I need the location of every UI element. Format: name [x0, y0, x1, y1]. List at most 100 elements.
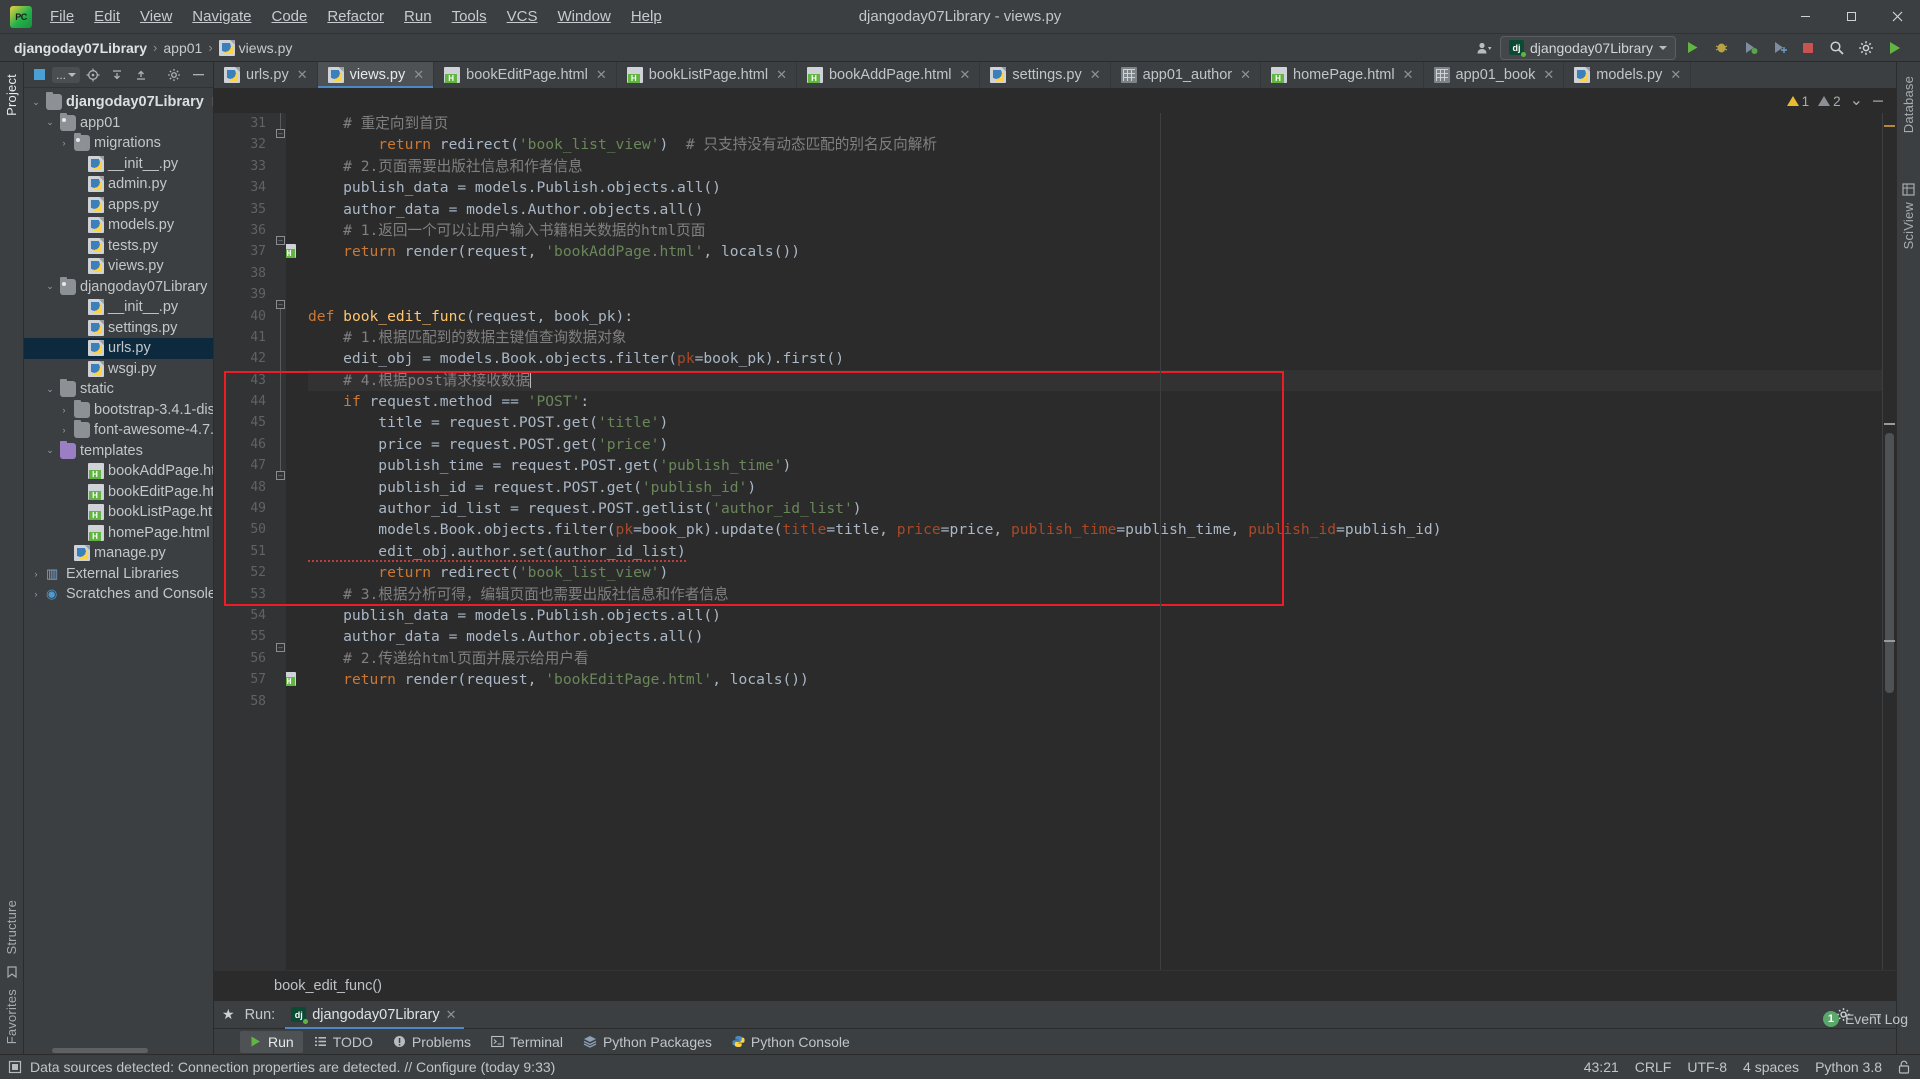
- expand-all-icon[interactable]: [130, 65, 152, 85]
- gutter-line-number[interactable]: 38: [214, 263, 272, 284]
- profile-icon[interactable]: [1766, 36, 1792, 60]
- debug-icon[interactable]: [1708, 36, 1734, 60]
- tool-window-button-problems[interactable]: Problems: [384, 1031, 480, 1053]
- breadcrumb-item-project[interactable]: djangoday07Library: [14, 40, 147, 56]
- code-line[interactable]: return redirect('book_list_view'): [308, 562, 1896, 583]
- code-line[interactable]: author_id_list = request.POST.getlist('a…: [308, 498, 1896, 519]
- chevron-down-icon[interactable]: ⌄: [30, 97, 42, 108]
- tool-window-bar[interactable]: Run TODO Problems Terminal Python Packages Py…: [214, 1028, 1896, 1054]
- code-line[interactable]: # 4.根据post请求接收数据: [308, 369, 1896, 392]
- event-log-widget[interactable]: 1 Event Log: [1822, 1011, 1908, 1027]
- project-horizontal-scrollbar[interactable]: [24, 1046, 213, 1054]
- close-icon[interactable]: ✕: [1543, 67, 1554, 83]
- tree-node[interactable]: models.py: [24, 215, 213, 236]
- tree-node[interactable]: ⌄ djangoday07Library: [24, 276, 213, 298]
- weak-warning-count-chip[interactable]: 2: [1818, 94, 1841, 109]
- tree-node[interactable]: bookListPage.html: [24, 502, 213, 523]
- caret-position[interactable]: 43:21: [1584, 1059, 1619, 1075]
- editor-tab-booklistpage-html[interactable]: bookListPage.html ✕: [617, 62, 797, 88]
- tree-node[interactable]: homePage.html: [24, 523, 213, 544]
- project-settings-icon[interactable]: [163, 65, 185, 85]
- tree-node[interactable]: wsgi.py: [24, 359, 213, 380]
- gutter-line-number[interactable]: 52: [214, 562, 272, 583]
- menu-item-view[interactable]: View: [130, 4, 182, 29]
- tree-node[interactable]: › ▥ External Libraries: [24, 564, 213, 585]
- editor-tab-bar[interactable]: urls.py✕views.py✕bookEditPage.html✕bookL…: [214, 62, 1896, 89]
- code-line[interactable]: publish_id = request.POST.get('publish_i…: [308, 477, 1896, 498]
- gutter-line-number[interactable]: 50: [214, 519, 272, 540]
- chevron-down-icon[interactable]: ⌄: [44, 445, 56, 456]
- close-icon[interactable]: ✕: [960, 67, 971, 83]
- close-icon[interactable]: ✕: [596, 67, 607, 83]
- gutter-line-number[interactable]: 34: [214, 177, 272, 198]
- close-button[interactable]: [1874, 0, 1920, 34]
- tree-node[interactable]: views.py: [24, 256, 213, 277]
- gutter-line-number[interactable]: 41: [214, 327, 272, 348]
- breadcrumb-item-file[interactable]: views.py: [218, 39, 292, 56]
- code-line[interactable]: # 重定向到首页: [308, 113, 1896, 134]
- rail-item-structure[interactable]: Structure: [4, 894, 19, 961]
- gutter-line-number[interactable]: 44: [214, 391, 272, 412]
- gutter-line-number[interactable]: 42: [214, 348, 272, 369]
- menu-item-vcs[interactable]: VCS: [497, 4, 548, 29]
- editor-scrollbar[interactable]: [1883, 113, 1896, 970]
- code-line[interactable]: return render(request, 'bookAddPage.html…: [308, 241, 1896, 262]
- chevron-right-icon[interactable]: ›: [58, 405, 70, 415]
- tree-node[interactable]: __init__.py: [24, 154, 213, 175]
- gutter-line-number[interactable]: 40: [214, 306, 272, 327]
- indent-setting[interactable]: 4 spaces: [1743, 1059, 1799, 1075]
- code-line[interactable]: # 2.传递给html页面并展示给用户看: [308, 648, 1896, 669]
- tool-window-button-python-packages[interactable]: Python Packages: [574, 1031, 721, 1053]
- gutter-line-number[interactable]: 36: [214, 220, 272, 241]
- gutter-line-number[interactable]: 48: [214, 477, 272, 498]
- search-icon[interactable]: [1824, 36, 1850, 60]
- gutter-line-number[interactable]: 47: [214, 455, 272, 476]
- menu-item-file[interactable]: File: [40, 4, 84, 29]
- code-editor[interactable]: 3132333435363738394041424344454647484950…: [214, 113, 1896, 970]
- close-icon[interactable]: ✕: [413, 67, 424, 83]
- tree-node[interactable]: ⌄ app01: [24, 112, 213, 134]
- rail-item-sciview[interactable]: SciView: [1901, 196, 1916, 255]
- status-message-icon[interactable]: [8, 1060, 22, 1074]
- gutter-line-number[interactable]: 31: [214, 113, 272, 134]
- lock-icon[interactable]: [1898, 1060, 1910, 1074]
- inspection-chevron-icon[interactable]: ⌄: [1850, 93, 1863, 109]
- gutter-line-number[interactable]: 56: [214, 648, 272, 669]
- gutter-line-number[interactable]: 51: [214, 541, 272, 562]
- tree-node[interactable]: › bootstrap-3.4.1-dis: [24, 399, 213, 421]
- close-icon[interactable]: ✕: [297, 67, 308, 83]
- close-icon[interactable]: ✕: [1670, 67, 1681, 83]
- code-line[interactable]: publish_data = models.Publish.objects.al…: [308, 605, 1896, 626]
- locate-icon[interactable]: [82, 65, 104, 85]
- tree-node-selected[interactable]: urls.py: [24, 338, 213, 359]
- status-message[interactable]: Data sources detected: Connection proper…: [30, 1059, 555, 1075]
- tree-node[interactable]: bookEditPage.html: [24, 482, 213, 503]
- project-view-icon[interactable]: [28, 65, 50, 85]
- bookmarks-icon[interactable]: [6, 966, 18, 978]
- gutter-line-number[interactable]: 57: [214, 669, 296, 690]
- tree-node[interactable]: › font-awesome-4.7.0: [24, 420, 213, 441]
- gutter-line-number[interactable]: 58: [214, 691, 272, 712]
- warning-count-chip[interactable]: 1: [1786, 94, 1809, 109]
- inspection-minimize-icon[interactable]: [1872, 95, 1884, 107]
- collapse-all-icon[interactable]: [106, 65, 128, 85]
- tree-node[interactable]: ⌄ static: [24, 379, 213, 400]
- rail-item-database[interactable]: Database: [1901, 70, 1916, 139]
- chevron-right-icon[interactable]: ›: [30, 589, 42, 599]
- gutter-line-number[interactable]: 33: [214, 156, 272, 177]
- close-icon[interactable]: ✕: [1090, 67, 1101, 83]
- file-encoding[interactable]: UTF-8: [1687, 1059, 1727, 1075]
- code-line[interactable]: if request.method == 'POST':: [308, 391, 1896, 412]
- gutter-line-number[interactable]: 43: [214, 370, 272, 391]
- code-line[interactable]: [308, 263, 1896, 284]
- gutter-line-number[interactable]: 45: [214, 412, 272, 433]
- breadcrumb-item-app01[interactable]: app01: [163, 40, 202, 56]
- sciview-icon[interactable]: [1902, 183, 1915, 196]
- tree-node[interactable]: apps.py: [24, 195, 213, 216]
- tree-node[interactable]: admin.py: [24, 174, 213, 195]
- close-icon[interactable]: ✕: [446, 1007, 457, 1023]
- coverage-icon[interactable]: [1737, 36, 1763, 60]
- editor-gutter[interactable]: 3132333435363738394041424344454647484950…: [214, 113, 296, 970]
- code-line[interactable]: # 3.根据分析可得，编辑页面也需要出版社信息和作者信息: [308, 584, 1896, 605]
- python-interpreter[interactable]: Python 3.8: [1815, 1059, 1882, 1075]
